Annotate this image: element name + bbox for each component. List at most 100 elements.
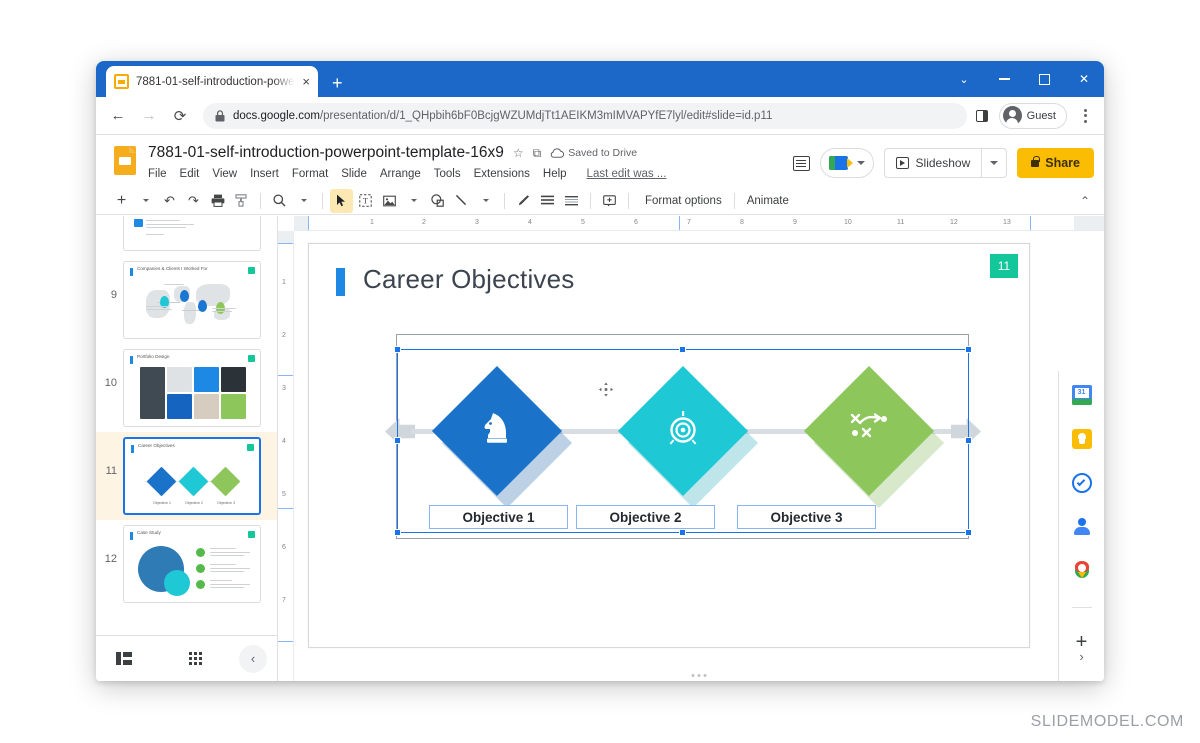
google-keep-icon[interactable] [1072,429,1092,449]
minimize-button[interactable] [984,61,1024,97]
back-button[interactable]: ← [104,102,132,130]
google-contacts-icon[interactable] [1072,517,1092,537]
profile-chip[interactable]: Guest [999,103,1067,129]
resize-handle-sw[interactable] [394,529,401,536]
close-window-button[interactable]: ✕ [1064,61,1104,97]
line-dropdown[interactable] [474,189,497,213]
new-slide-button[interactable]: + [110,189,133,213]
tab-title: 7881-01-self-introduction-power [136,76,295,88]
redo-button[interactable]: ↷ [182,189,205,213]
resize-handle-e[interactable] [965,437,972,444]
slide-title[interactable]: Career Objectives [363,264,574,295]
format-options-button[interactable]: Format options [636,195,731,207]
forward-button[interactable]: → [135,102,163,130]
list-item[interactable]: 9 Companies & Clients I Worked For [96,256,277,344]
menu-slide[interactable]: Slide [341,168,367,180]
resize-handle-n[interactable] [679,346,686,353]
slideshow-label: Slideshow [916,156,971,170]
menu-format[interactable]: Format [292,168,328,180]
horizontal-ruler[interactable]: 1 2 3 4 5 6 7 8 9 10 11 12 13 [294,216,1104,231]
paint-format-icon[interactable] [230,189,253,213]
h-tick-7: 7 [687,219,691,226]
image-tool-button[interactable] [378,189,401,213]
image-dropdown[interactable] [402,189,425,213]
menu-edit[interactable]: Edit [180,168,200,180]
side-panel-icon[interactable] [976,110,988,122]
reload-button[interactable]: ⟳ [166,102,194,130]
move-to-folder-icon[interactable]: ⧉ [533,147,542,159]
last-edit-link[interactable]: Last edit was ... [587,168,667,180]
filmstrip-scroll-area[interactable]: 8 [96,216,277,635]
canvas-scroll-area[interactable]: Career Objectives 11 [294,231,1104,681]
list-item[interactable]: 12 Case Study [96,520,277,608]
resize-handle-nw[interactable] [394,346,401,353]
selection-bounding-box[interactable] [397,349,969,533]
share-button[interactable]: Share [1017,148,1094,178]
comment-history-icon[interactable] [793,156,810,171]
vertical-ruler[interactable]: 1 2 3 4 5 6 7 [278,231,294,681]
collapse-filmstrip-button[interactable]: ‹ [239,645,267,673]
menu-extensions[interactable]: Extensions [474,168,530,180]
slide-canvas[interactable]: Career Objectives 11 [308,243,1030,648]
menu-arrange[interactable]: Arrange [380,168,421,180]
restore-down-button[interactable]: ⌄ [944,61,984,97]
zoom-icon[interactable] [268,189,291,213]
new-tab-button[interactable]: + [332,74,343,92]
menu-tools[interactable]: Tools [434,168,461,180]
select-tool-button[interactable] [330,189,353,213]
browser-tab[interactable]: 7881-01-self-introduction-power × [106,66,318,97]
line-spacing-icon[interactable] [560,189,583,213]
list-item[interactable]: 10 Portfolio Design [96,344,277,432]
google-calendar-icon[interactable]: 31 [1072,385,1092,405]
filmstrip-view-button[interactable] [96,652,152,665]
menu-help[interactable]: Help [543,168,567,180]
insert-comment-icon[interactable] [598,189,621,213]
new-slide-dropdown[interactable] [134,189,157,213]
zoom-dropdown[interactable] [292,189,315,213]
pen-tool-button[interactable] [512,189,535,213]
close-tab-icon[interactable]: × [302,75,310,88]
print-icon[interactable] [206,189,229,213]
collapse-toolbar-icon[interactable]: ⌃ [1080,194,1090,208]
h-tick-4: 4 [528,219,532,226]
h-tick-9: 9 [793,219,797,226]
line-tool-button[interactable] [450,189,473,213]
slideshow-dropdown[interactable] [981,149,1006,177]
slide-thumbnail[interactable] [123,216,261,251]
list-item-selected[interactable]: 11 Career Objectives Objective 1 Objecti… [96,432,277,520]
align-icon[interactable] [536,189,559,213]
expand-rail-button[interactable]: › [1069,643,1095,669]
slide-thumbnail[interactable]: Portfolio Design [123,349,261,427]
grid-view-button[interactable] [152,652,239,666]
resize-handle-w[interactable] [394,437,401,444]
menu-view[interactable]: View [212,168,237,180]
menu-insert[interactable]: Insert [250,168,279,180]
google-tasks-icon[interactable] [1072,473,1092,493]
slide-thumbnail[interactable]: Companies & Clients I Worked For [123,261,261,339]
google-maps-icon[interactable] [1072,561,1092,581]
meet-button[interactable] [820,148,874,178]
resize-handle-se[interactable] [965,529,972,536]
list-item[interactable]: 8 [96,216,277,256]
document-title[interactable]: 7881-01-self-introduction-powerpoint-tem… [148,144,504,162]
v-tick-4: 4 [282,438,286,445]
shape-tool-button[interactable] [426,189,449,213]
star-icon[interactable]: ☆ [513,147,524,159]
maximize-button[interactable] [1024,61,1064,97]
watermark: SLIDEMODEL.COM [1031,713,1184,731]
resize-handle-ne[interactable] [965,346,972,353]
menu-file[interactable]: File [148,168,167,180]
slide-filmstrip[interactable]: 8 [96,216,278,681]
animate-button[interactable]: Animate [738,195,798,207]
h-tick-8: 8 [740,219,744,226]
resize-handle-s[interactable] [679,529,686,536]
undo-button[interactable]: ↶ [158,189,181,213]
meet-camera-icon [829,156,848,170]
chrome-menu-icon[interactable] [1074,109,1096,123]
slide-thumbnail[interactable]: Case Study [123,525,261,603]
address-bar[interactable]: docs.google.com/presentation/d/1_QHpbih6… [203,103,967,129]
thumb-accent [131,445,134,453]
text-box-tool-button[interactable]: T [354,189,377,213]
slide-thumbnail-current[interactable]: Career Objectives Objective 1 Objective … [123,437,261,515]
slideshow-button[interactable]: Slideshow [884,148,1008,178]
